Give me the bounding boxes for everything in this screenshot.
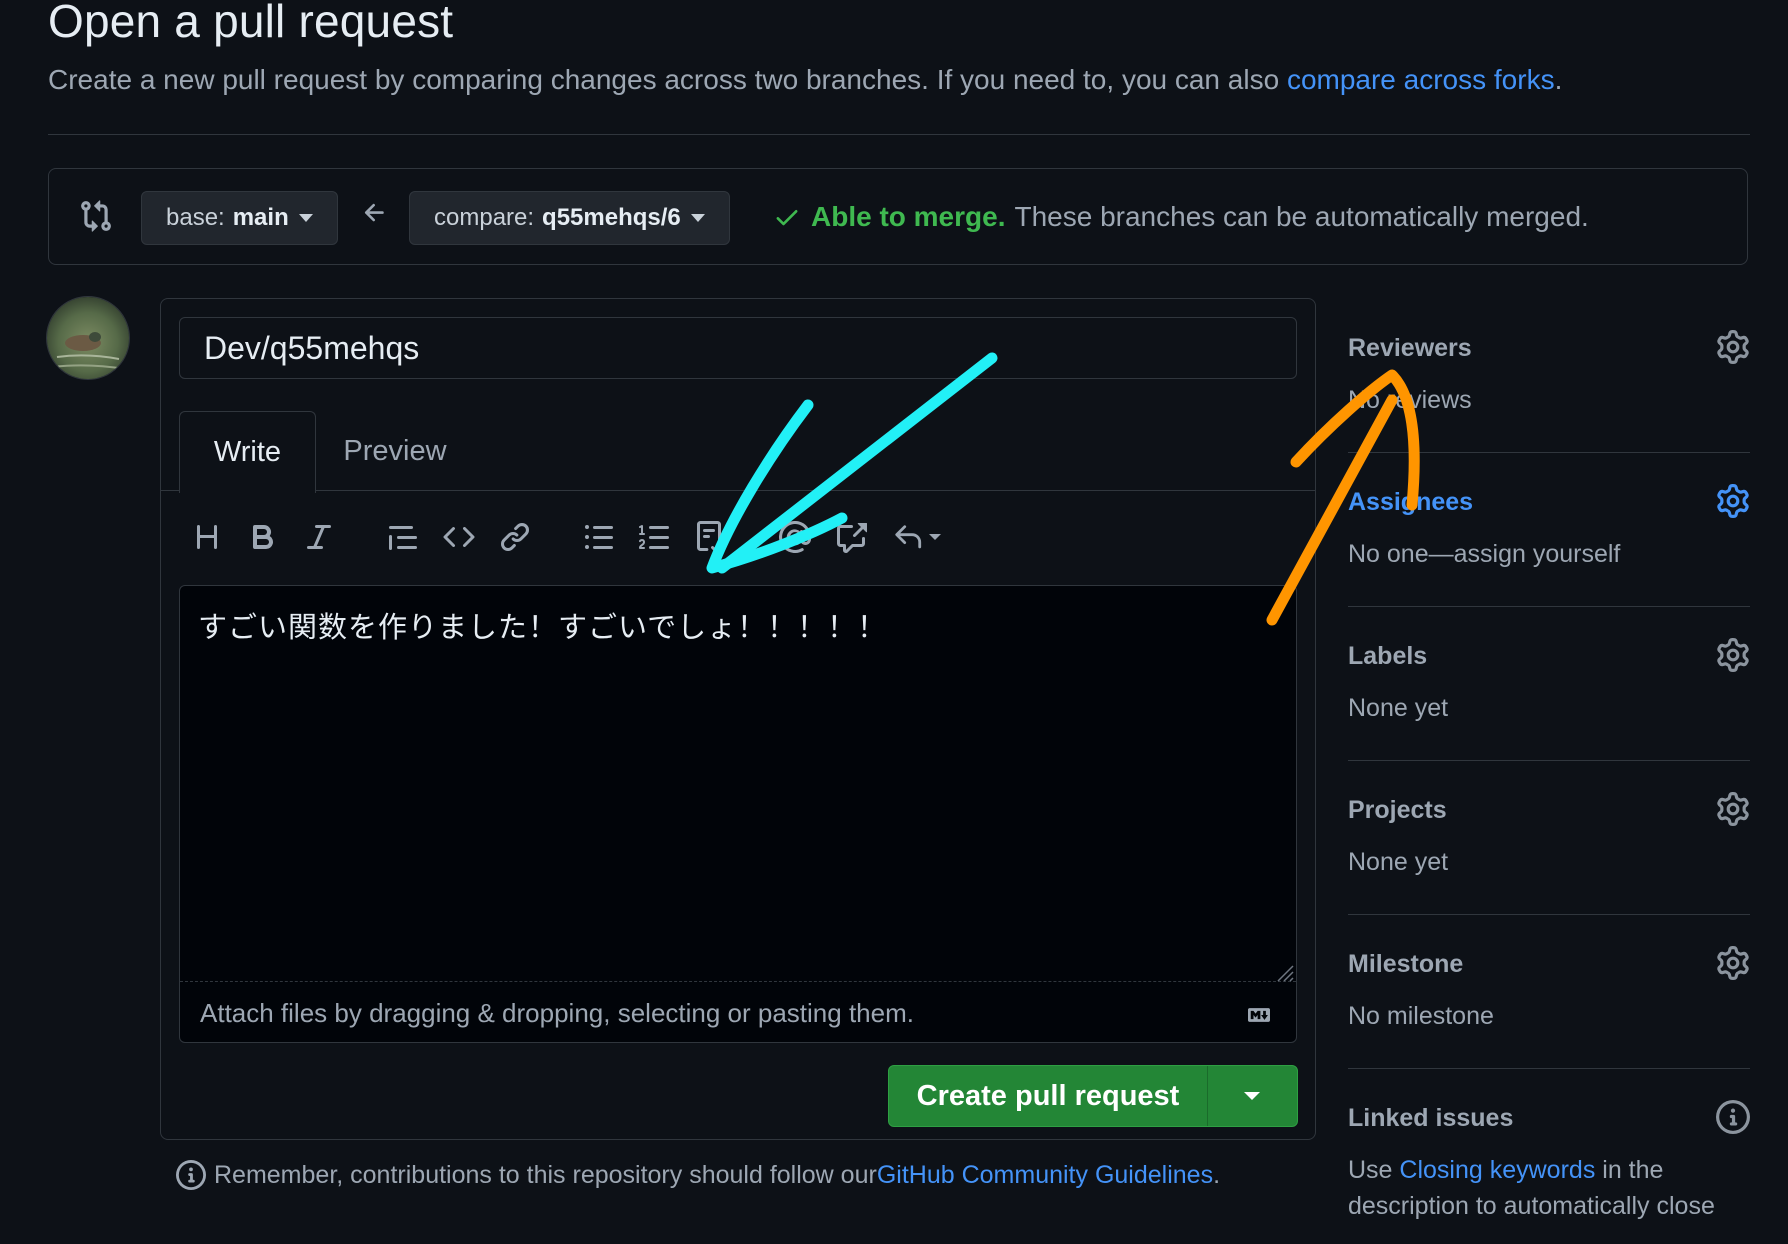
create-options-dropdown[interactable] (1207, 1066, 1297, 1126)
markdown-toolbar (161, 491, 1315, 585)
info-icon[interactable] (1716, 1100, 1750, 1134)
gear-icon[interactable] (1716, 792, 1750, 826)
assignees-heading[interactable]: Assignees (1348, 488, 1473, 517)
reviewers-heading[interactable]: Reviewers (1348, 334, 1472, 363)
pr-title-input[interactable] (179, 317, 1297, 379)
heading-icon[interactable] (185, 515, 229, 559)
linked-issues-line2: description to automatically close (1348, 1192, 1715, 1220)
sidebar-linked-issues: Linked issues Use Closing keywords in th… (1348, 1100, 1750, 1244)
base-branch-name: main (232, 204, 289, 231)
contribution-reminder: Remember, contributions to this reposito… (176, 1160, 1220, 1190)
markdown-icon (1248, 1008, 1270, 1022)
sidebar-projects: Projects None yet (1348, 792, 1750, 915)
labels-heading[interactable]: Labels (1348, 642, 1427, 671)
labels-value: None yet (1348, 694, 1449, 722)
linked-issues-heading: Linked issues (1348, 1104, 1514, 1132)
arrow-left-icon (364, 203, 384, 222)
quote-icon[interactable] (381, 515, 425, 559)
pr-body-textarea[interactable]: すごい関数を作りました！すごいでしょ！！！！！ (180, 586, 1296, 982)
milestone-heading[interactable]: Milestone (1348, 950, 1463, 979)
ordered-list-icon[interactable] (633, 515, 677, 559)
caret-down-icon (929, 534, 941, 540)
sidebar-assignees: Assignees No one—assign yourself (1348, 484, 1750, 607)
sidebar-labels: Labels None yet (1348, 638, 1750, 761)
caret-down-icon (298, 214, 313, 222)
caret-down-icon (690, 214, 705, 222)
milestone-value: No milestone (1348, 1002, 1494, 1030)
assignees-value[interactable]: No one—assign yourself (1348, 540, 1620, 569)
resize-handle-icon[interactable] (1272, 960, 1294, 982)
mention-icon[interactable] (773, 515, 817, 559)
linked-issues-prefix: Use (1348, 1156, 1400, 1184)
merge-status: Able to merge. These branches can be aut… (773, 201, 1589, 233)
base-label: base: (166, 204, 225, 231)
reminder-suffix: . (1213, 1160, 1221, 1189)
closing-keywords-link[interactable]: Closing keywords (1399, 1156, 1595, 1184)
comment-box: すごい関数を作りました！すごいでしょ！！！！！ Attach files by … (179, 585, 1297, 1043)
italic-icon[interactable] (297, 515, 341, 559)
create-pull-request-button-group: Create pull request (888, 1065, 1298, 1127)
gear-icon[interactable] (1716, 946, 1750, 980)
code-icon[interactable] (437, 515, 481, 559)
community-guidelines-link[interactable]: GitHub Community Guidelines (877, 1161, 1213, 1190)
subtitle-suffix: . (1554, 64, 1563, 95)
git-compare-icon (81, 200, 111, 232)
create-pull-request-button[interactable]: Create pull request (889, 1066, 1208, 1126)
compare-across-forks-link[interactable]: compare across forks (1287, 64, 1555, 95)
pull-request-form: Write Preview (160, 298, 1316, 1140)
merge-ok-text: Able to merge. (811, 201, 1006, 232)
unordered-list-icon[interactable] (577, 515, 621, 559)
link-icon[interactable] (493, 515, 537, 559)
gear-icon[interactable] (1716, 638, 1750, 672)
linked-issues-description: Use Closing keywords in the description … (1348, 1152, 1715, 1224)
check-icon (776, 210, 798, 226)
reviewers-value: No reviews (1348, 386, 1472, 414)
gear-icon[interactable] (1716, 484, 1750, 518)
projects-heading[interactable]: Projects (1348, 796, 1447, 825)
tab-preview[interactable]: Preview (316, 411, 474, 491)
compare-branch-dropdown[interactable]: compare: q55mehqs/6 (409, 191, 730, 245)
subtitle-text: Create a new pull request by comparing c… (48, 64, 1287, 95)
base-branch-dropdown[interactable]: base: main (141, 191, 338, 245)
editor-tabs: Write Preview (161, 411, 1315, 493)
page-title: Open a pull request (48, 0, 454, 47)
merge-description: These branches can be automatically merg… (1014, 201, 1589, 232)
saved-replies-icon[interactable] (885, 515, 949, 559)
page-subtitle: Create a new pull request by comparing c… (48, 64, 1562, 96)
cross-reference-icon[interactable] (829, 515, 873, 559)
info-icon (176, 1160, 206, 1190)
caret-down-icon (1244, 1092, 1260, 1100)
tab-write[interactable]: Write (179, 411, 316, 493)
linked-issues-suffix: in the (1595, 1156, 1664, 1184)
sidebar-reviewers: Reviewers No reviews (1348, 330, 1750, 453)
attach-files-hint[interactable]: Attach files by dragging & dropping, sel… (200, 998, 914, 1029)
task-list-icon[interactable] (689, 515, 733, 559)
branch-range-editor: base: main compare: q55mehqs/6 Able to mer… (48, 168, 1748, 265)
compare-label: compare: (434, 204, 535, 231)
gear-icon[interactable] (1716, 330, 1750, 364)
sidebar-milestone: Milestone No milestone (1348, 946, 1750, 1069)
reminder-text: Remember, contributions to this reposito… (214, 1160, 877, 1189)
bold-icon[interactable] (241, 515, 285, 559)
projects-value: None yet (1348, 848, 1449, 876)
compare-branch-name: q55mehqs/6 (542, 204, 681, 231)
avatar (46, 296, 130, 380)
divider (48, 134, 1750, 135)
